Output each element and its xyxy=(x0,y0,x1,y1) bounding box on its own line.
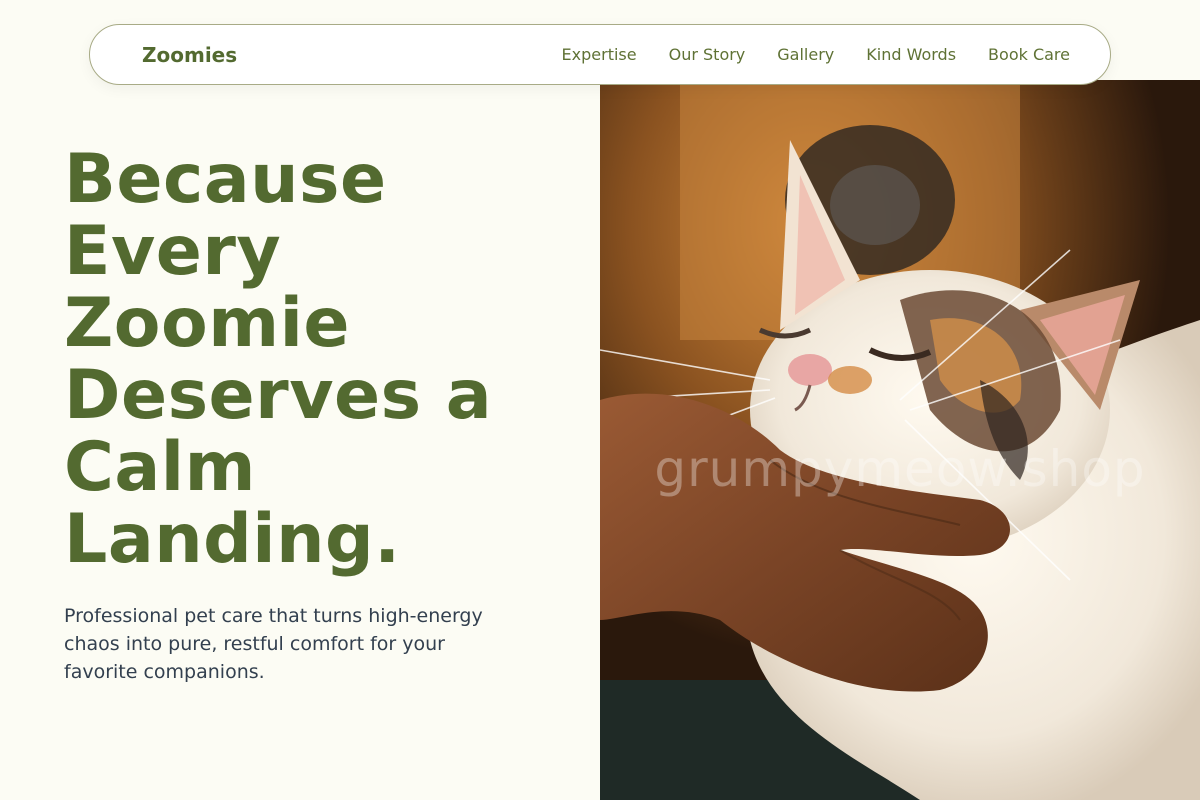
top-navbar: Zoomies Expertise Our Story Gallery Kind… xyxy=(89,24,1111,85)
nav-link-our-story[interactable]: Our Story xyxy=(669,45,746,64)
hero-title: Because Every Zoomie Deserves a Calm Lan… xyxy=(64,140,493,579)
brand-logo-link[interactable]: Zoomies xyxy=(142,43,237,67)
nav-link-expertise[interactable]: Expertise xyxy=(562,45,637,64)
hero-cat-photo: grumpymeow.shop xyxy=(600,80,1200,800)
nav-link-kind-words[interactable]: Kind Words xyxy=(866,45,956,64)
nav-link-gallery[interactable]: Gallery xyxy=(777,45,834,64)
nav-links: Expertise Our Story Gallery Kind Words B… xyxy=(562,45,1070,64)
watermark-text: grumpymeow.shop xyxy=(654,440,1146,498)
hero-text-section: Because Every Zoomie Deserves a Calm Lan… xyxy=(64,144,584,686)
nav-link-book-care[interactable]: Book Care xyxy=(988,45,1070,64)
hero-subtitle: Professional pet care that turns high-en… xyxy=(64,605,483,683)
landing-page: grumpymeow.shop Zoomies Expertise Our St… xyxy=(0,0,1200,800)
